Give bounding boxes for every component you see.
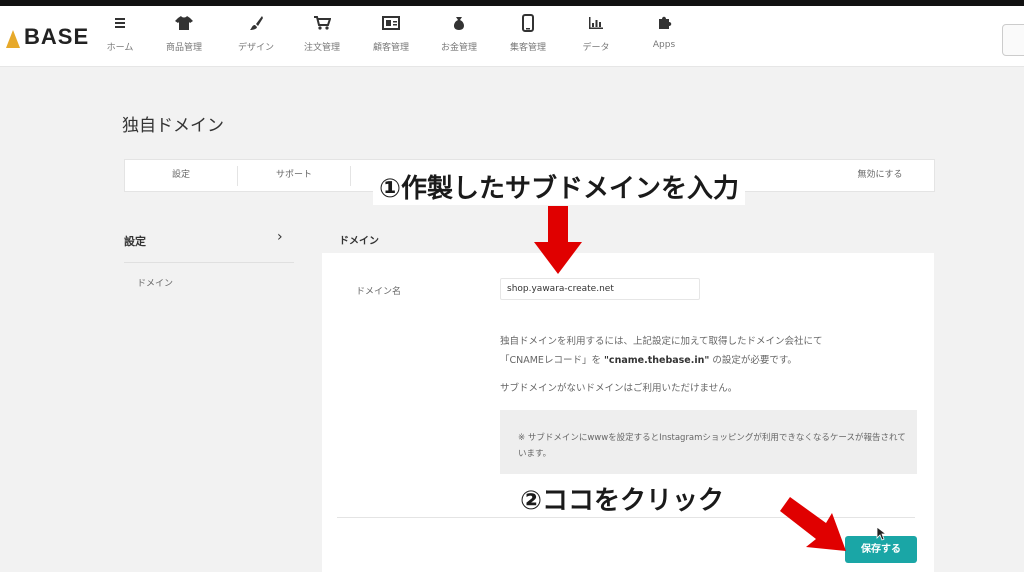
bar-chart-icon: [566, 12, 626, 34]
help-text-line3: サブドメインがないドメインはご利用いただけません。: [500, 383, 738, 394]
chevron-right-icon: ›: [277, 229, 283, 245]
help-text-line1: 独自ドメインを利用するには、上記設定に加えて取得したドメイン会社にて: [500, 336, 823, 347]
annotation-step1: ①作製したサブドメインを入力: [373, 168, 746, 205]
nav-item-home[interactable]: ホーム: [90, 12, 150, 53]
nav-label: 注文管理: [303, 43, 340, 53]
nav-item-customers[interactable]: 顧客管理: [361, 12, 421, 53]
phone-icon: [498, 12, 558, 34]
help-text-cname-target: "cname.thebase.in": [603, 355, 710, 366]
nav-item-marketing[interactable]: 集客管理: [498, 12, 558, 53]
notice-box: ※ サブドメインにwwwを設定するとInstagramショッピングが利用できなく…: [500, 410, 917, 474]
section-title: ドメイン: [339, 236, 379, 247]
account-menu-button[interactable]: [1002, 24, 1024, 56]
nav-item-orders[interactable]: 注文管理: [292, 12, 352, 53]
help-text-suffix: の設定が必要です。: [712, 355, 797, 366]
tab-support[interactable]: サポート: [238, 160, 350, 191]
tab-settings[interactable]: 設定: [125, 160, 237, 191]
base-logo-mark-icon: [6, 26, 20, 48]
sidebar-item-domain[interactable]: ドメイン: [137, 276, 173, 289]
arrow-down-right-icon: [780, 497, 846, 551]
nav-label: データ: [582, 43, 610, 53]
help-text-cname: 「CNAMEレコード」を: [500, 355, 601, 366]
tab-divider: [350, 166, 351, 186]
nav-label: 集客管理: [509, 43, 546, 53]
logo-text: BASE: [24, 24, 90, 49]
domain-name-label: ドメイン名: [356, 287, 402, 297]
brush-icon: [226, 12, 286, 34]
mouse-cursor-icon: [876, 526, 888, 541]
shirt-icon: [154, 12, 214, 34]
nav-label: 顧客管理: [372, 43, 409, 53]
domain-name-input[interactable]: [500, 278, 700, 300]
nav-label: ホーム: [106, 43, 134, 53]
notice-text: ※ サブドメインにwwwを設定するとInstagramショッピングが利用できなく…: [518, 433, 906, 459]
nav-label: デザイン: [237, 43, 274, 53]
help-text-line2: 「CNAMEレコード」を "cname.thebase.in" の設定が必要です…: [500, 352, 797, 366]
nav-label: Apps: [652, 40, 676, 50]
sidebar-item-settings[interactable]: 設定: [124, 233, 146, 249]
puzzle-icon: [634, 12, 694, 34]
menu-icon: [90, 12, 150, 34]
customer-card-icon: [361, 12, 421, 34]
nav-item-apps[interactable]: Apps: [634, 12, 694, 50]
arrow-down-icon: [534, 206, 582, 274]
annotation-step2: ②ココをクリック: [516, 480, 729, 517]
nav-item-design[interactable]: デザイン: [226, 12, 286, 53]
cart-icon: [292, 12, 352, 34]
app-header: BASE ホーム 商品管理 デザイン 注文管理 顧客管理 お金管理 集客管理 デ…: [0, 6, 1024, 67]
money-bag-icon: [429, 12, 489, 34]
tab-disable[interactable]: 無効にする: [825, 160, 935, 191]
nav-label: お金管理: [440, 43, 477, 53]
nav-item-data[interactable]: データ: [566, 12, 626, 53]
nav-item-products[interactable]: 商品管理: [154, 12, 214, 53]
nav-label: 商品管理: [165, 43, 202, 53]
sidebar-divider: [124, 262, 294, 263]
base-logo[interactable]: BASE: [6, 22, 89, 52]
page-title: 独自ドメイン: [122, 116, 224, 136]
nav-item-money[interactable]: お金管理: [429, 12, 489, 53]
